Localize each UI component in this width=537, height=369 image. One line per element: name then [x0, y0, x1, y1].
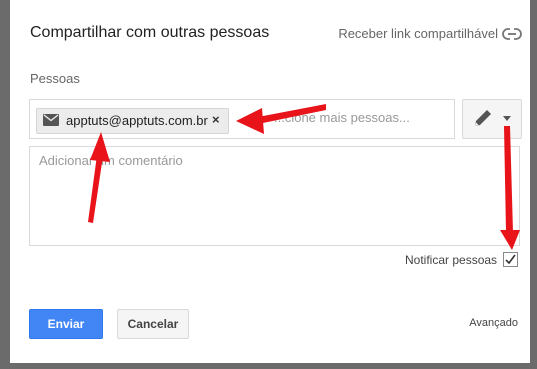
link-icon[interactable]: [500, 22, 524, 46]
window-edge-left: [0, 0, 10, 369]
recipient-email: apptuts@apptuts.com.br: [66, 113, 208, 128]
notify-label: Notificar pessoas: [405, 253, 498, 267]
window-edge-bottom: [0, 363, 537, 369]
pencil-icon: [475, 110, 491, 126]
mail-icon: [43, 114, 59, 126]
permission-dropdown-button[interactable]: [462, 99, 522, 139]
notify-checkbox[interactable]: [503, 252, 518, 267]
window-edge-right: [530, 0, 537, 369]
advanced-link[interactable]: Avançado: [469, 317, 518, 329]
comment-textarea[interactable]: Adicionar um comentário: [29, 146, 520, 246]
dialog-title: Compartilhar com outras pessoas: [30, 24, 270, 41]
screenshot-frame: Compartilhar com outras pessoas Receber …: [0, 0, 537, 369]
remove-recipient-icon[interactable]: ×: [212, 112, 220, 127]
share-dialog: Compartilhar com outras pessoas Receber …: [10, 0, 530, 363]
share-link-button[interactable]: Receber link compartilhável: [338, 26, 498, 41]
cancel-button[interactable]: Cancelar: [117, 309, 189, 339]
caret-down-icon: [503, 116, 511, 121]
check-icon: [505, 254, 516, 265]
recipient-chip[interactable]: apptuts@apptuts.com.br ×: [36, 108, 229, 134]
people-label: Pessoas: [30, 71, 80, 86]
people-input[interactable]: ...cione mais pessoas...: [274, 110, 434, 125]
send-button[interactable]: Enviar: [29, 309, 103, 339]
comment-placeholder: Adicionar um comentário: [39, 153, 183, 168]
people-field[interactable]: apptuts@apptuts.com.br × ...cione mais p…: [29, 99, 455, 139]
